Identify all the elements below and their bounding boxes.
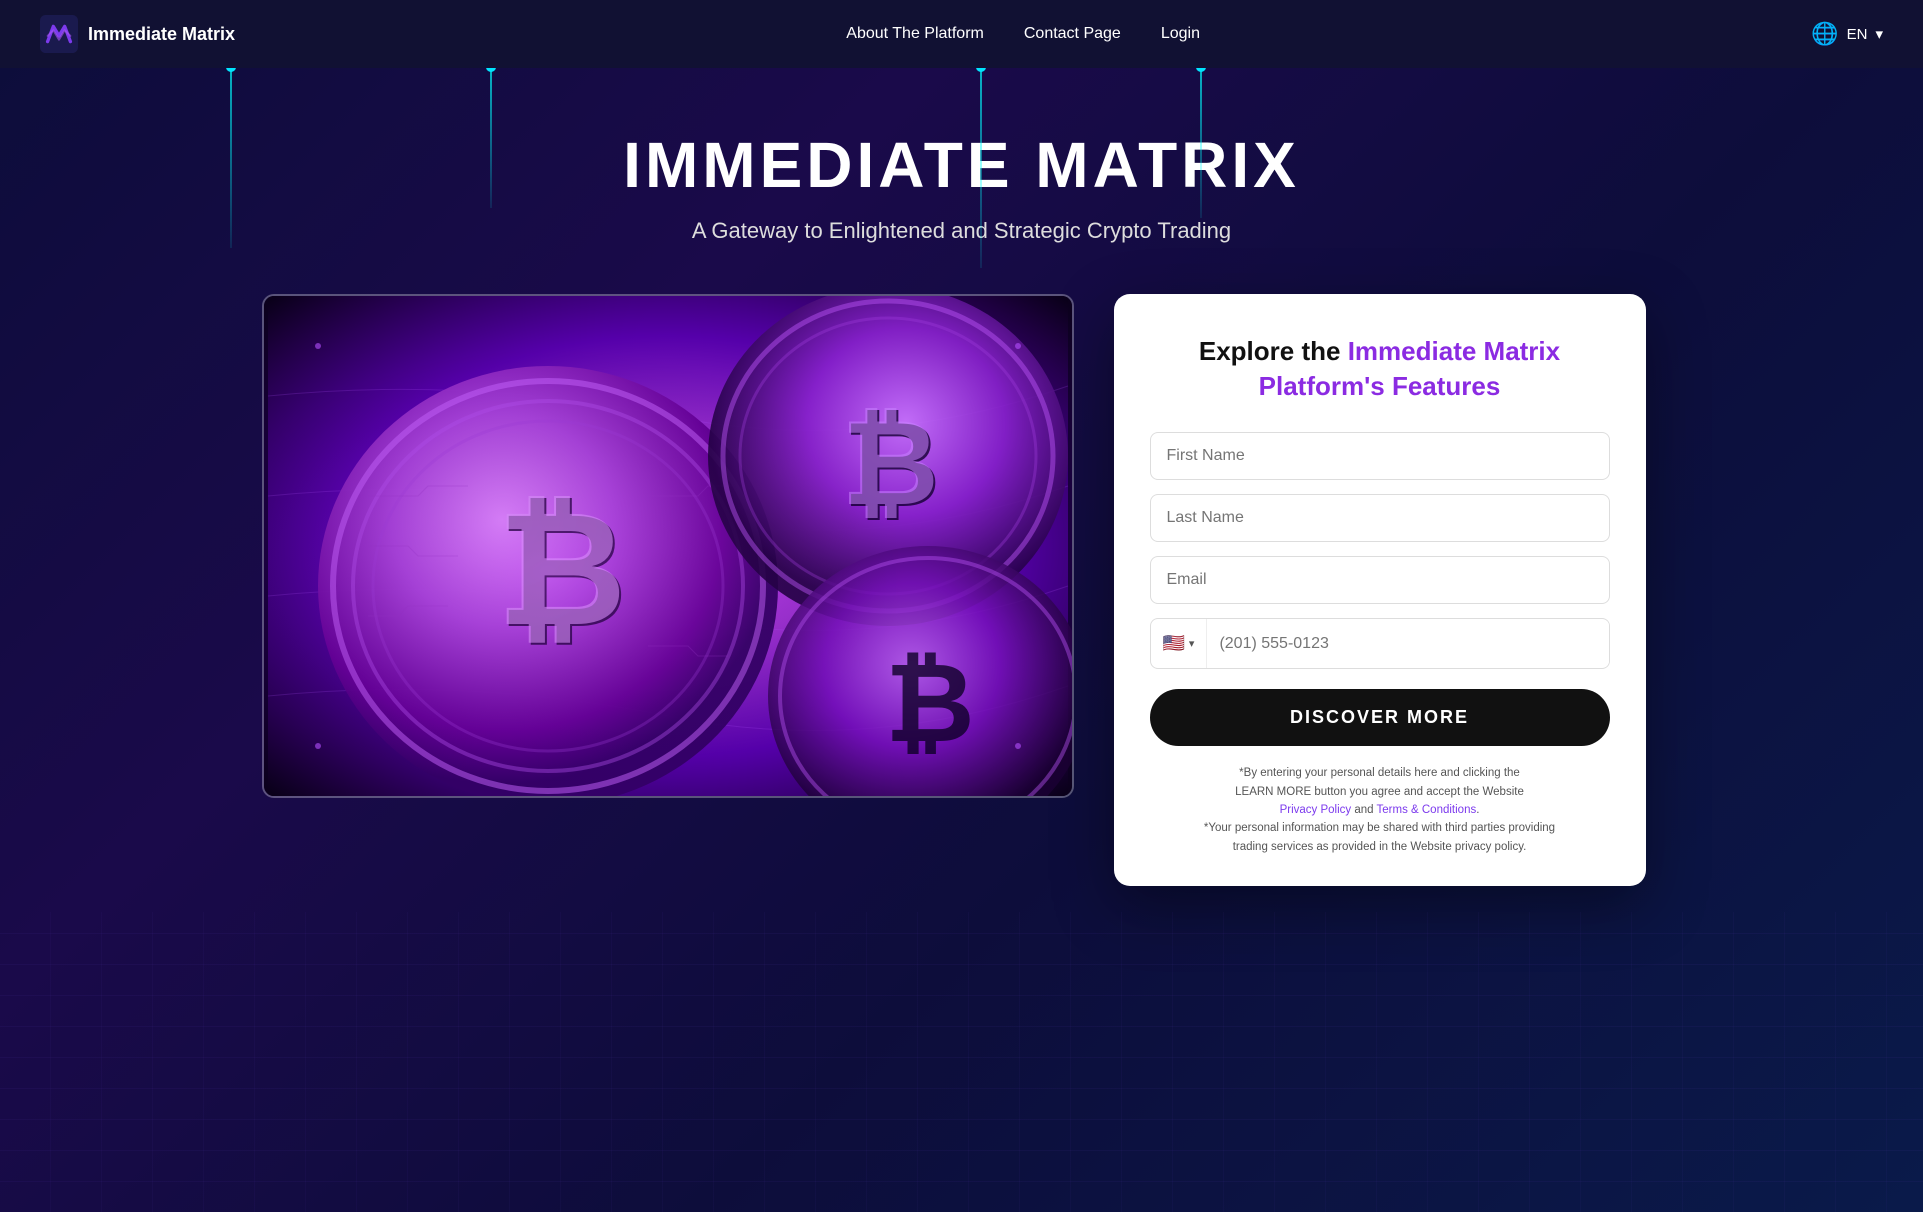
phone-flag-selector[interactable]: 🇺🇸 ▾ — [1151, 619, 1208, 668]
deco-line-4 — [1200, 68, 1202, 218]
bitcoin-visual: ₿ ₿ ₿ ₿ — [264, 296, 1072, 796]
email-input[interactable] — [1150, 556, 1610, 604]
phone-input[interactable] — [1207, 621, 1608, 667]
privacy-policy-link[interactable]: Privacy Policy — [1280, 804, 1352, 816]
nav-link-login[interactable]: Login — [1161, 25, 1200, 43]
crypto-image: ₿ ₿ ₿ ₿ — [264, 296, 1072, 796]
hero-section: IMMEDIATE MATRIX A Gateway to Enlightene… — [0, 68, 1923, 1212]
chevron-down-icon: ▾ — [1875, 25, 1883, 43]
language-selector[interactable]: 🌐 EN ▾ — [1811, 21, 1883, 47]
flag-emoji: 🇺🇸 — [1163, 633, 1185, 654]
deco-line-1 — [230, 68, 232, 248]
deco-line-3 — [980, 68, 982, 268]
form-card: Explore the Immediate Matrix Platform's … — [1114, 294, 1646, 886]
deco-line-2 — [490, 68, 492, 208]
logo-text: Immediate Matrix — [88, 24, 235, 45]
last-name-input[interactable] — [1150, 494, 1610, 542]
crypto-image-wrapper: ₿ ₿ ₿ ₿ — [262, 294, 1074, 798]
first-name-input[interactable] — [1150, 432, 1610, 480]
form-disclaimer: *By entering your personal details here … — [1150, 764, 1610, 856]
lang-label: EN — [1847, 26, 1868, 43]
terms-link[interactable]: Terms & Conditions — [1377, 804, 1477, 816]
hero-subtitle: A Gateway to Enlightened and Strategic C… — [80, 218, 1843, 244]
hero-main-title: IMMEDIATE MATRIX — [80, 128, 1843, 202]
hero-title-section: IMMEDIATE MATRIX A Gateway to Enlightene… — [80, 128, 1843, 244]
globe-icon: 🌐 — [1811, 21, 1838, 47]
phone-row: 🇺🇸 ▾ — [1150, 618, 1610, 669]
logo-icon — [40, 15, 78, 53]
hero-content: ₿ ₿ ₿ ₿ — [262, 294, 1662, 886]
nav-links: About The Platform Contact Page Login — [846, 25, 1200, 43]
nav-link-about[interactable]: About The Platform — [846, 25, 984, 43]
discover-more-button[interactable]: DISCOVER MORE — [1150, 689, 1610, 746]
navbar: Immediate Matrix About The Platform Cont… — [0, 0, 1923, 68]
form-card-title: Explore the Immediate Matrix Platform's … — [1150, 334, 1610, 404]
nav-link-contact[interactable]: Contact Page — [1024, 25, 1121, 43]
logo[interactable]: Immediate Matrix — [40, 15, 235, 53]
chevron-icon: ▾ — [1189, 637, 1195, 650]
